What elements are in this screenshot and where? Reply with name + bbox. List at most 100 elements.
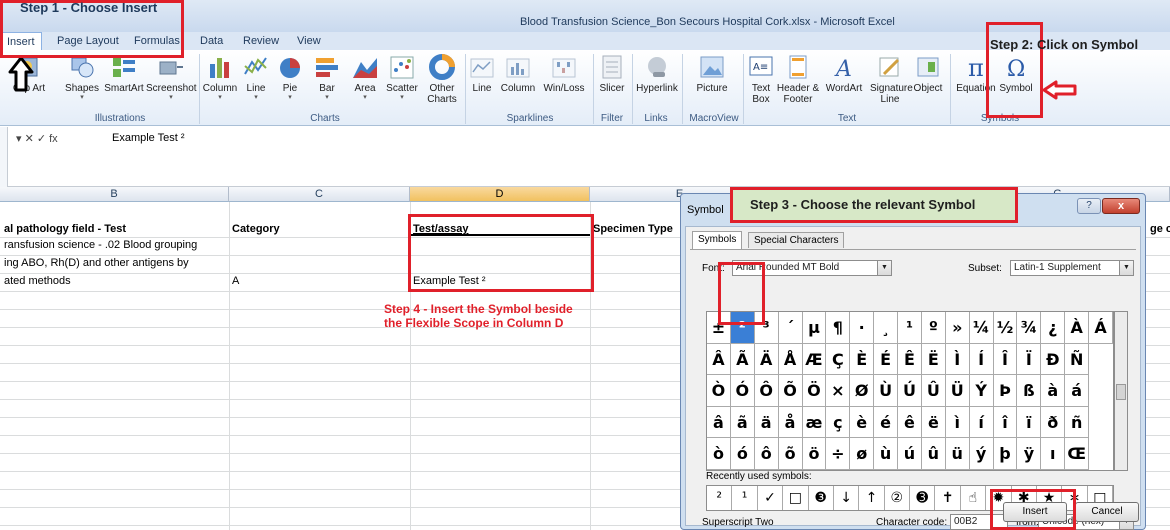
sparkline-line-button[interactable]: Line xyxy=(468,54,496,94)
tab-special-characters[interactable]: Special Characters xyxy=(748,232,845,248)
symbol-cell[interactable]: ı xyxy=(1041,438,1066,470)
area-chart-button[interactable]: Area ▾ xyxy=(350,54,380,102)
symbol-cell[interactable]: ç xyxy=(826,406,851,439)
symbol-cell[interactable]: ´ xyxy=(778,312,803,344)
other-charts-button[interactable]: Other Charts xyxy=(422,54,462,105)
close-button[interactable]: x xyxy=(1102,198,1140,214)
recent-symbol-cell[interactable]: ☝ xyxy=(961,486,987,510)
symbol-cell[interactable]: Ä xyxy=(754,343,779,376)
symbol-cell[interactable]: ÷ xyxy=(826,438,851,470)
symbol-cell[interactable]: Õ xyxy=(778,375,803,407)
tab-data[interactable]: Data xyxy=(200,35,223,47)
column-header-b[interactable]: B xyxy=(0,187,229,202)
symbol-cell[interactable]: » xyxy=(945,312,970,344)
symbol-cell[interactable]: à xyxy=(1041,375,1066,407)
symbol-cell[interactable]: Ò xyxy=(707,375,731,407)
name-box[interactable] xyxy=(0,127,8,187)
sparkline-column-button[interactable]: Column xyxy=(500,54,536,94)
hyperlink-button[interactable]: Hyperlink xyxy=(634,54,680,94)
column-header-c[interactable]: C xyxy=(229,187,410,202)
symbol-cell[interactable]: Á xyxy=(1089,312,1113,344)
symbol-cell[interactable]: ö xyxy=(802,438,827,470)
table-row-1-field[interactable]: ransfusion science - .02 Blood grouping xyxy=(4,236,197,254)
symbol-cell[interactable]: é xyxy=(874,406,899,439)
symbol-cell[interactable]: ¶ xyxy=(826,312,851,344)
column-header-d[interactable]: D xyxy=(410,187,590,202)
cell-header-truncated[interactable]: ge c xyxy=(1150,220,1170,238)
symbol-cell[interactable]: Ü xyxy=(945,375,970,407)
symbol-cell[interactable]: Ê xyxy=(898,343,922,376)
symbol-grid[interactable]: ± ² ³ ´ µ ¶ · ¸ ¹ º» ¼ ½ ¾ ¿ À Á Â Ã Ä Å Æ Ç È É Ê Ë Ì Í Î Ï Ð Ñ Ò Ó Ô Õ Ö × Ø… xyxy=(706,311,1114,471)
symbol-cell[interactable]: è xyxy=(850,406,875,439)
table-row-3-category[interactable]: A xyxy=(232,272,239,290)
symbol-cell[interactable]: Ã xyxy=(730,343,755,376)
sparkline-winloss-button[interactable]: Win/Loss xyxy=(540,54,588,94)
symbol-cell[interactable]: î xyxy=(993,406,1018,439)
recent-symbol-cell[interactable]: ² xyxy=(707,486,733,510)
symbol-cell[interactable]: æ xyxy=(802,406,827,439)
scrollbar-thumb[interactable] xyxy=(1116,384,1126,400)
symbol-cell[interactable]: Î xyxy=(993,343,1018,376)
symbol-cell[interactable]: ¸ xyxy=(874,312,899,344)
table-row-2-field[interactable]: ing ABO, Rh(D) and other antigens by xyxy=(4,254,189,272)
symbol-cell[interactable]: ø xyxy=(850,438,875,470)
symbol-cell[interactable]: ü xyxy=(945,438,970,470)
shapes-button[interactable]: Shapes ▾ xyxy=(62,54,102,102)
cancel-button[interactable]: Cancel xyxy=(1075,502,1139,522)
symbol-cell[interactable]: ï xyxy=(1017,406,1042,439)
symbol-cell[interactable]: Ù xyxy=(874,375,899,407)
subset-select[interactable]: Latin-1 Supplement ▼ xyxy=(1010,260,1134,276)
symbol-cell[interactable]: ô xyxy=(754,438,779,470)
signature-line-button[interactable]: Signature Line xyxy=(870,54,913,105)
line-chart-button[interactable]: Line ▾ xyxy=(240,54,272,102)
symbol-cell[interactable]: Œ xyxy=(1065,438,1090,470)
smartart-button[interactable]: SmartArt xyxy=(102,54,146,94)
symbol-cell[interactable]: å xyxy=(778,406,803,439)
symbol-cell[interactable]: Å xyxy=(778,343,803,376)
symbol-cell[interactable]: Ø xyxy=(850,375,875,407)
symbol-cell[interactable]: Í xyxy=(969,343,994,376)
symbol-cell[interactable]: ¿ xyxy=(1041,312,1066,344)
symbol-cell[interactable]: á xyxy=(1065,375,1090,407)
symbol-cell[interactable]: â xyxy=(707,406,731,439)
object-button[interactable]: Object xyxy=(912,54,944,94)
recent-symbol-cell[interactable]: ¹ xyxy=(732,486,758,510)
symbol-cell[interactable]: Ó xyxy=(730,375,755,407)
symbol-cell[interactable]: Û xyxy=(921,375,946,407)
symbol-cell[interactable]: ì xyxy=(945,406,970,439)
symbol-cell[interactable]: ó xyxy=(730,438,755,470)
symbol-cell[interactable]: Ú xyxy=(898,375,922,407)
symbol-cell[interactable]: ë xyxy=(921,406,946,439)
symbol-cell[interactable]: ¾ xyxy=(1017,312,1042,344)
symbol-cell[interactable]: ù xyxy=(874,438,899,470)
formula-input[interactable]: Example Test ² xyxy=(112,132,185,144)
wordart-button[interactable]: A WordArt xyxy=(822,54,866,94)
symbol-cell[interactable]: ½ xyxy=(993,312,1018,344)
symbol-cell[interactable]: ä xyxy=(754,406,779,439)
symbol-cell[interactable]: õ xyxy=(778,438,803,470)
screenshot-button[interactable]: Screenshot ▾ xyxy=(146,54,197,102)
cell-header-specimen-type[interactable]: Specimen Type xyxy=(593,220,673,238)
help-button[interactable]: ? xyxy=(1077,198,1101,214)
scatter-chart-button[interactable]: Scatter ▾ xyxy=(384,54,420,102)
symbol-grid-scrollbar[interactable] xyxy=(1114,311,1128,471)
recent-symbol-cell[interactable]: ✓ xyxy=(758,486,784,510)
symbol-cell[interactable]: Ý xyxy=(969,375,994,407)
symbol-cell[interactable]: Ï xyxy=(1017,343,1042,376)
column-chart-button[interactable]: Column ▾ xyxy=(202,54,238,102)
symbol-cell[interactable]: í xyxy=(969,406,994,439)
symbol-cell[interactable]: Ç xyxy=(826,343,851,376)
symbol-cell[interactable]: Ñ xyxy=(1065,343,1090,376)
recent-symbol-cell[interactable]: ❸ xyxy=(809,486,834,510)
symbol-cell[interactable]: ð xyxy=(1041,406,1066,439)
formula-controls[interactable]: ▾ ✕ ✓ fx xyxy=(16,132,58,145)
symbol-cell[interactable]: Ô xyxy=(754,375,779,407)
symbol-cell[interactable]: ý xyxy=(969,438,994,470)
tab-symbols[interactable]: Symbols xyxy=(692,231,743,249)
symbol-cell[interactable]: þ xyxy=(993,438,1018,470)
picture-button[interactable]: Picture xyxy=(692,54,732,94)
symbol-cell[interactable]: ß xyxy=(1017,375,1042,407)
symbol-cell[interactable]: ñ xyxy=(1065,406,1090,439)
symbol-cell[interactable]: À xyxy=(1065,312,1090,344)
tab-view[interactable]: View xyxy=(297,35,321,47)
